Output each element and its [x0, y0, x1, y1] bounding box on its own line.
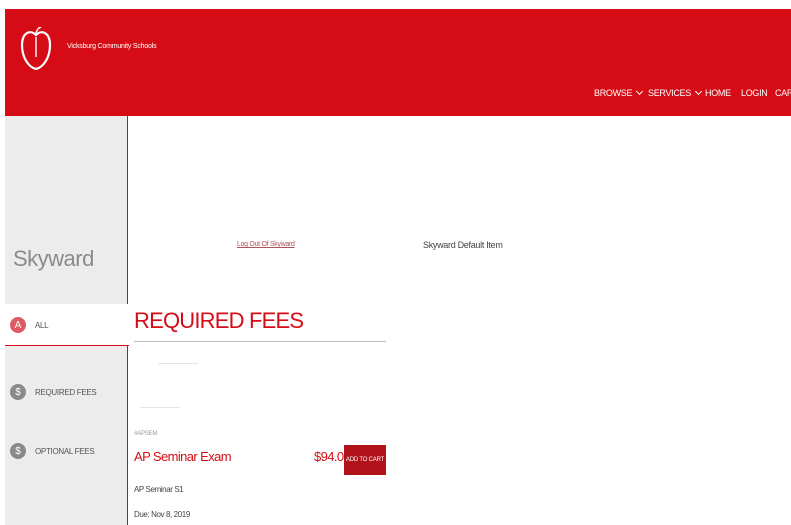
nav-login-label: LOGIN — [741, 88, 768, 98]
nav-home[interactable]: HOME — [705, 86, 731, 100]
chevron-down-icon — [694, 87, 702, 96]
nav-cart[interactable]: CART — [775, 86, 791, 100]
sidebar-item-label: REQUIRED FEES — [35, 387, 97, 397]
logout-link[interactable]: Log Out Of Skyward — [237, 241, 295, 248]
dollar-badge-icon: $ — [10, 443, 26, 459]
divider — [158, 363, 198, 364]
nav-services[interactable]: SERVICES — [648, 86, 702, 100]
sidebar-item-label: ALL — [35, 320, 49, 330]
all-badge-icon: A — [10, 317, 26, 333]
section-divider — [134, 341, 386, 342]
sidebar-item-label: OPTIONAL FEES — [35, 446, 95, 456]
site-header: Vicksburg Community Schools BROWSE SERVI… — [5, 9, 791, 116]
category-sidebar: Skyward A ALL $ REQUIRED FEES $ OPTIONAL… — [5, 116, 129, 525]
item-subtitle: AP Seminar S1 — [134, 485, 184, 494]
brand-name[interactable]: Vicksburg Community Schools — [67, 43, 157, 50]
item-code: #APSEM — [134, 431, 158, 437]
divider — [140, 407, 180, 408]
default-item-text: Skyward Default Item — [423, 240, 503, 250]
section-title: REQUIRED FEES — [134, 308, 304, 333]
nav-login[interactable]: LOGIN — [741, 86, 768, 100]
chevron-down-icon — [636, 87, 644, 96]
add-to-cart-button[interactable]: ADD TO CART — [344, 445, 386, 475]
nav-browse[interactable]: BROWSE — [594, 86, 644, 100]
nav-home-label: HOME — [705, 88, 731, 98]
nav-cart-label: CART — [775, 88, 791, 98]
apple-logo-icon[interactable] — [20, 27, 52, 71]
item-name-link[interactable]: AP Seminar Exam — [134, 449, 232, 464]
sidebar-item-all[interactable]: A ALL — [5, 304, 129, 346]
item-due-date: Due: Nov 8, 2019 — [134, 510, 190, 519]
sidebar-item-optional-fees[interactable]: $ OPTIONAL FEES — [5, 430, 128, 472]
nav-services-label: SERVICES — [648, 88, 691, 98]
sidebar-item-required-fees[interactable]: $ REQUIRED FEES — [5, 371, 128, 413]
sidebar-title: Skyward — [13, 246, 94, 271]
nav-browse-label: BROWSE — [594, 88, 633, 98]
dollar-badge-icon: $ — [10, 384, 26, 400]
